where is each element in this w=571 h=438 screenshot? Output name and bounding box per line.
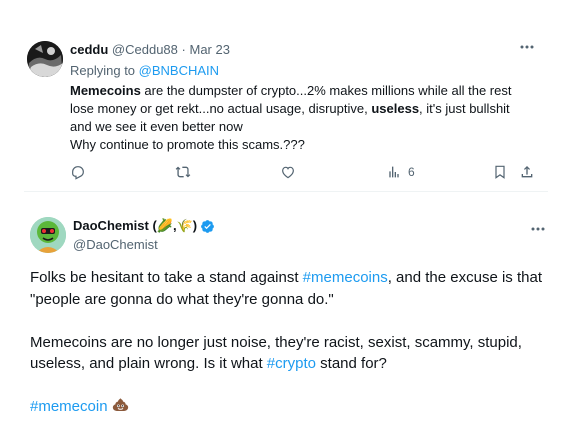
author-name-row[interactable]: DaoChemist (🌽,🌾) xyxy=(73,218,215,234)
author-name[interactable]: DaoChemist (🌽,🌾) xyxy=(73,218,197,234)
avatar-image xyxy=(27,41,63,77)
tweet-text: Folks be hesitant to take a stand agains… xyxy=(30,267,550,418)
paragraph: Memecoins are no longer just noise, they… xyxy=(30,332,550,375)
bold-term: Memecoins xyxy=(70,83,141,98)
action-bar: 6 xyxy=(68,162,538,182)
like-icon xyxy=(282,166,294,179)
reply-header: ceddu @Ceddu88 · Mar 23 xyxy=(70,42,230,57)
reply-text: Memecoins are the dumpster of crypto...2… xyxy=(70,82,530,154)
bookmark-icon xyxy=(495,165,505,179)
author-handle[interactable]: @DaoChemist xyxy=(73,237,158,252)
pile-of-poo-emoji-icon xyxy=(112,398,128,411)
tweet-date[interactable]: Mar 23 xyxy=(189,42,229,57)
paragraph: #memecoin xyxy=(30,396,550,418)
hashtag-link[interactable]: #memecoins xyxy=(303,269,388,286)
views-count: 6 xyxy=(408,165,415,179)
replying-handle-link[interactable]: @BNBCHAIN xyxy=(139,63,219,78)
more-options-icon[interactable] xyxy=(529,222,547,236)
more-options-icon[interactable] xyxy=(518,40,536,54)
avatar[interactable] xyxy=(30,217,66,253)
author-name[interactable]: ceddu xyxy=(70,42,108,57)
avatar-image xyxy=(30,217,66,253)
views-button[interactable]: 6 xyxy=(386,162,415,182)
retweet-button[interactable] xyxy=(175,162,191,182)
reply-tweet[interactable]: ceddu @Ceddu88 · Mar 23 Replying to @BNB… xyxy=(24,26,548,192)
views-icon xyxy=(389,166,399,178)
bold-term: useless xyxy=(371,101,420,116)
reply-line-1: Memecoins are the dumpster of crypto...2… xyxy=(70,82,530,136)
replying-to: Replying to @BNBCHAIN xyxy=(70,63,219,78)
hashtag-link[interactable]: #crypto xyxy=(267,355,316,372)
replying-prefix: Replying to xyxy=(70,63,136,78)
text-span: Folks be hesitant to take a stand agains… xyxy=(30,269,303,286)
main-tweet[interactable]: DaoChemist (🌽,🌾) @DaoChemist Folks be he… xyxy=(0,206,571,438)
reply-icon xyxy=(72,166,84,180)
like-button[interactable] xyxy=(280,162,296,182)
text-span: stand for? xyxy=(316,355,387,372)
reply-button[interactable] xyxy=(70,162,86,182)
paragraph: Folks be hesitant to take a stand agains… xyxy=(30,267,550,310)
share-button[interactable] xyxy=(519,162,535,182)
author-handle[interactable]: @Ceddu88 xyxy=(112,42,178,57)
verified-badge-icon[interactable] xyxy=(200,219,215,234)
bookmark-button[interactable] xyxy=(492,162,508,182)
retweet-icon xyxy=(175,166,191,178)
share-icon xyxy=(521,166,533,178)
reply-line-2: Why continue to promote this scams.??? xyxy=(70,137,305,152)
hashtag-link[interactable]: #memecoin xyxy=(30,398,108,415)
avatar[interactable] xyxy=(27,41,63,77)
separator: · xyxy=(181,42,186,57)
